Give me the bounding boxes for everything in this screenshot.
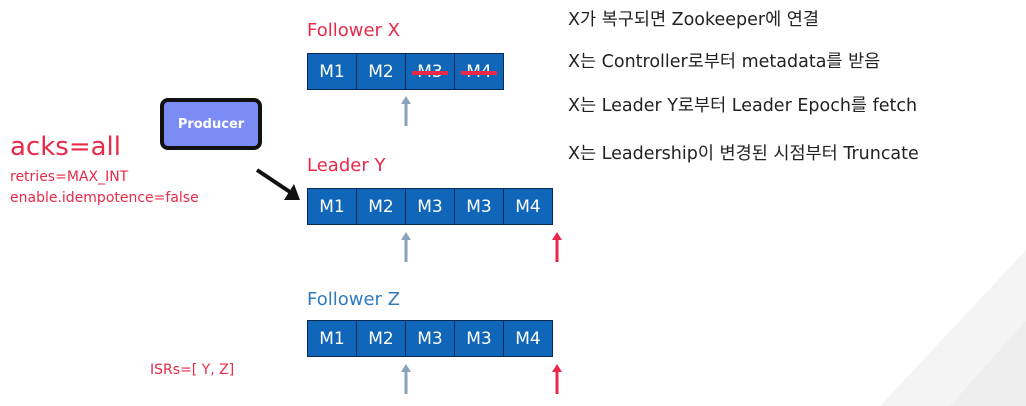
acks-setting: acks=all bbox=[10, 132, 121, 162]
isrs-label: ISRs=[ Y, Z] bbox=[150, 362, 235, 378]
note-line: X는 Leadership이 변경된 시점부터 Truncate bbox=[568, 144, 919, 164]
note-line: X가 복구되면 Zookeeper에 연결 bbox=[568, 10, 819, 30]
log-end-marker bbox=[552, 364, 562, 394]
producer-label: Producer bbox=[177, 116, 245, 132]
note-line: X는 Leader Y로부터 Leader Epoch를 fetch bbox=[568, 96, 918, 116]
idempotence-setting: enable.idempotence=false bbox=[10, 190, 199, 206]
note-line: X는 Controller로부터 metadata를 받음 bbox=[568, 52, 881, 72]
log-end-marker bbox=[552, 232, 562, 262]
high-watermark-marker bbox=[401, 364, 411, 394]
high-watermark-marker bbox=[401, 96, 411, 126]
produce-arrow bbox=[255, 168, 300, 200]
high-watermark-marker bbox=[401, 232, 411, 262]
producer-box: Producer bbox=[160, 98, 262, 150]
retries-setting: retries=MAX_INT bbox=[10, 169, 129, 185]
